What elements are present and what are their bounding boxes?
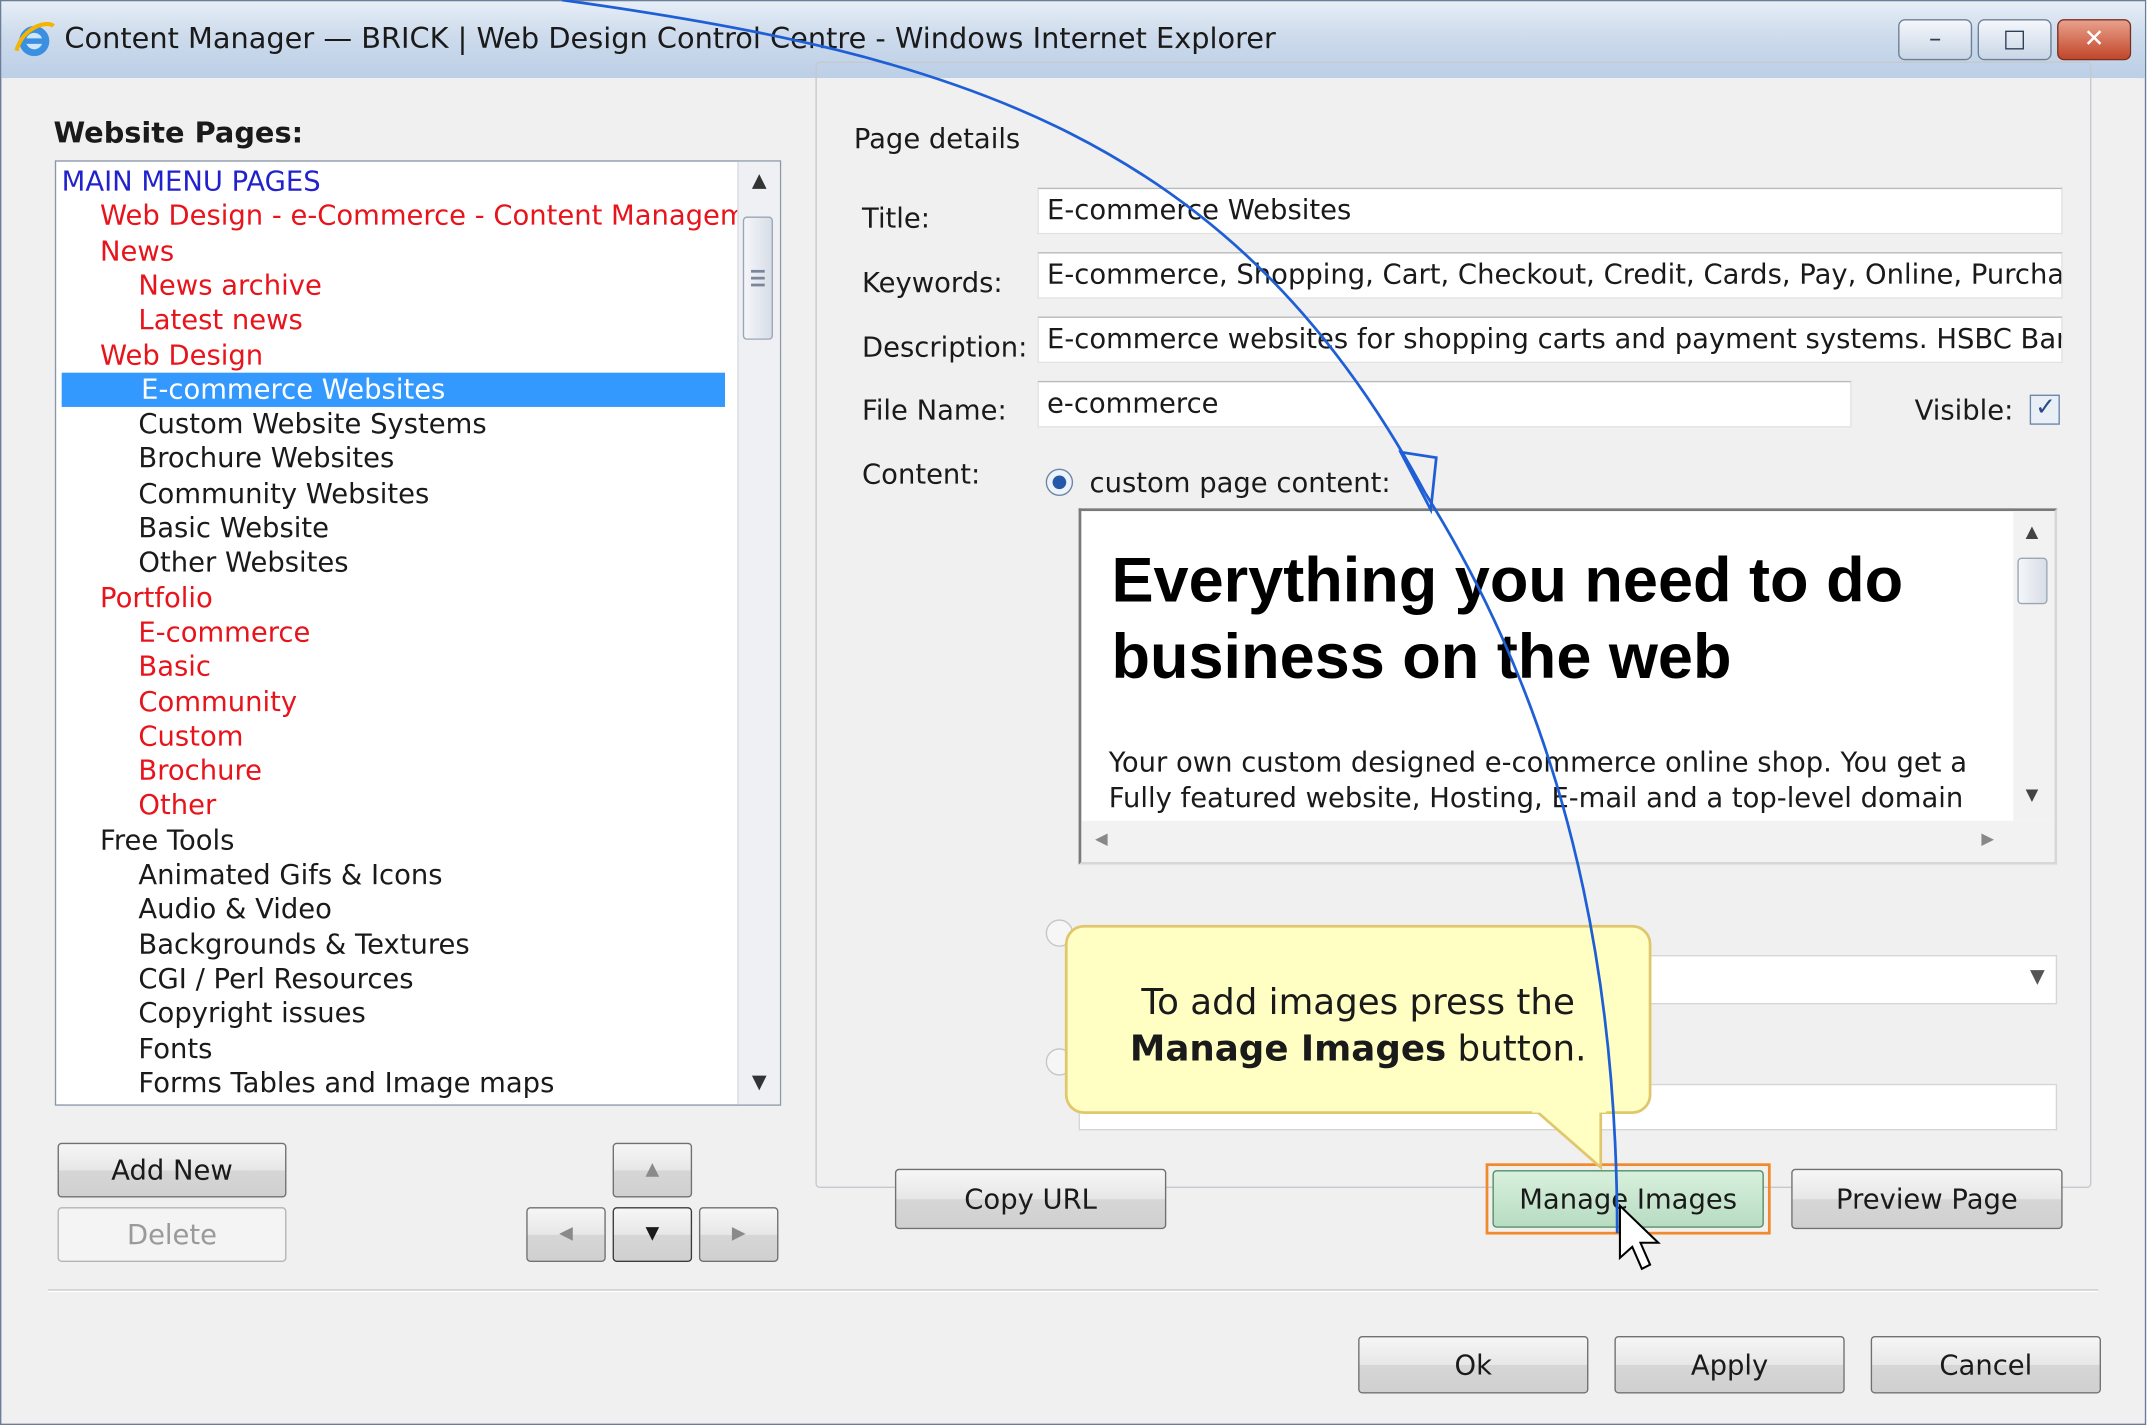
scroll-down-icon[interactable]: ▼ (739, 1071, 780, 1093)
page-list-item[interactable]: Audio & Video (138, 892, 332, 926)
keywords-input[interactable]: E-commerce, Shopping, Cart, Checkout, Cr… (1037, 252, 2063, 299)
minimize-button[interactable]: – (1898, 19, 1973, 61)
apply-button[interactable]: Apply (1614, 1335, 1845, 1394)
page-list-item[interactable]: Brochure Websites (138, 442, 394, 476)
page-list-item[interactable]: Community Websites (138, 476, 429, 510)
copy-url-button[interactable]: Copy URL (894, 1168, 1167, 1230)
page-list-item[interactable]: CGI / Perl Resources (138, 962, 413, 996)
footer-divider (47, 1289, 2099, 1293)
page-list-item[interactable]: Animated Gifs & Icons (138, 858, 442, 892)
page-list-item[interactable]: Brochure (138, 754, 262, 788)
page-list-item[interactable]: Forms Tables and Image maps (138, 1066, 554, 1100)
page-list-item[interactable]: Basic (138, 650, 211, 684)
move-down-button[interactable]: ▼ (612, 1207, 693, 1262)
page-list-item[interactable]: Copyright issues (138, 996, 365, 1030)
page-list-item[interactable]: Web Design - e-Commerce - Content Manage… (100, 199, 763, 233)
page-list-item[interactable]: Free Tools (100, 823, 234, 857)
visible-label: Visible: (1914, 393, 2014, 427)
page-list-item[interactable]: MAIN MENU PAGES (62, 164, 321, 198)
manage-images-button[interactable]: Manage Images (1492, 1170, 1764, 1228)
page-list-item[interactable]: Other (138, 788, 216, 822)
description-input[interactable]: E-commerce websites for shopping carts a… (1037, 316, 2063, 364)
ok-button[interactable]: Ok (1358, 1335, 1589, 1394)
title-input[interactable]: E-commerce Websites (1037, 187, 2063, 235)
page-list-item[interactable]: Community (138, 684, 297, 718)
add-new-button[interactable]: Add New (57, 1142, 287, 1198)
callout-text: To add images press the Manage Images bu… (1068, 980, 1649, 1073)
arrow-up-icon: ▲ (645, 1159, 660, 1180)
callout-line-2: button. (1446, 1029, 1587, 1071)
content-editor[interactable]: Everything you need to do business on th… (1078, 508, 2058, 865)
page-list-item-selected[interactable]: E-commerce Websites (61, 372, 725, 407)
editor-scroll-thumb[interactable] (2017, 557, 2048, 605)
checkmark-icon: ✓ (2035, 393, 2056, 423)
website-pages-list[interactable]: MAIN MENU PAGES Web Design - e-Commerce -… (54, 160, 782, 1106)
page-list-item[interactable]: News (100, 234, 174, 268)
custom-content-label: custom page content: (1089, 465, 1391, 499)
arrow-right-icon: ▶ (731, 1223, 746, 1245)
page-list-item[interactable]: E-commerce (138, 615, 310, 649)
restore-button[interactable]: □ (1977, 19, 2052, 61)
page-list-item[interactable]: Other Websites (138, 546, 348, 580)
editor-scroll-left-icon[interactable]: ◀ (1095, 829, 1108, 848)
editor-scrollbar[interactable]: ▲ ▼ (2013, 511, 2055, 821)
internet-explorer-icon (14, 22, 55, 57)
delete-button[interactable]: Delete (57, 1207, 287, 1262)
scroll-up-icon[interactable]: ▲ (739, 170, 780, 192)
page-list-item[interactable]: Custom Website Systems (138, 407, 486, 441)
page-list-item[interactable]: Portfolio (100, 580, 213, 614)
minimize-icon: – (1928, 24, 1942, 54)
move-left-button[interactable]: ◀ (526, 1207, 606, 1262)
arrow-down-icon: ▼ (645, 1223, 660, 1245)
move-up-button[interactable]: ▲ (612, 1142, 693, 1198)
page-list-item[interactable]: Fonts (138, 1031, 212, 1065)
restore-icon: □ (2002, 24, 2027, 54)
close-icon: ✕ (2083, 24, 2105, 54)
page-list-item[interactable]: Basic Website (138, 511, 329, 545)
callout-bold: Manage Images (1129, 1029, 1447, 1071)
page-list-item[interactable]: Web Design (100, 338, 263, 372)
ie-window: Content Manager — BRICK | Web Design Con… (0, 0, 2147, 1425)
file-name-input[interactable]: e-commerce (1037, 380, 1852, 428)
keywords-label: Keywords: (862, 265, 1003, 299)
preview-page-button[interactable]: Preview Page (1791, 1168, 2063, 1230)
window-title: Content Manager — BRICK | Web Design Con… (64, 21, 1276, 55)
content-heading: Everything you need to do business on th… (1111, 543, 1904, 692)
title-label: Title: (862, 201, 931, 235)
editor-scroll-down-icon[interactable]: ▼ (2026, 785, 2039, 804)
help-callout: To add images press the Manage Images bu… (1064, 924, 1652, 1114)
callout-line-1: To add images press the (1141, 982, 1575, 1024)
content-label: Content: (862, 457, 981, 491)
page-list-item[interactable]: Backgrounds & Textures (138, 927, 469, 961)
chevron-down-icon: ▼ (2030, 965, 2045, 988)
scroll-thumb[interactable] (742, 216, 773, 340)
custom-content-radio[interactable] (1045, 468, 1074, 497)
page-details-legend: Page details (845, 121, 1029, 155)
cancel-button[interactable]: Cancel (1870, 1335, 2101, 1394)
move-right-button[interactable]: ▶ (698, 1207, 779, 1262)
description-label: Description: (862, 330, 1028, 364)
page-list-item[interactable]: Custom (138, 719, 243, 753)
editor-scroll-up-icon[interactable]: ▲ (2026, 522, 2039, 541)
website-pages-heading: Website Pages: (53, 116, 304, 150)
arrow-left-icon: ◀ (559, 1223, 573, 1245)
page-list-item[interactable]: News archive (138, 268, 321, 302)
pages-scrollbar[interactable]: ▲ ▼ (737, 161, 780, 1105)
editor-hscrollbar[interactable]: ◀ ▶ (1081, 820, 2055, 862)
close-button[interactable]: ✕ (2057, 19, 2132, 61)
file-name-label: File Name: (862, 393, 1007, 427)
editor-scroll-right-icon[interactable]: ▶ (1981, 829, 1994, 848)
page-list-item[interactable]: Latest news (138, 303, 302, 337)
visible-checkbox[interactable]: ✓ (2029, 393, 2060, 425)
